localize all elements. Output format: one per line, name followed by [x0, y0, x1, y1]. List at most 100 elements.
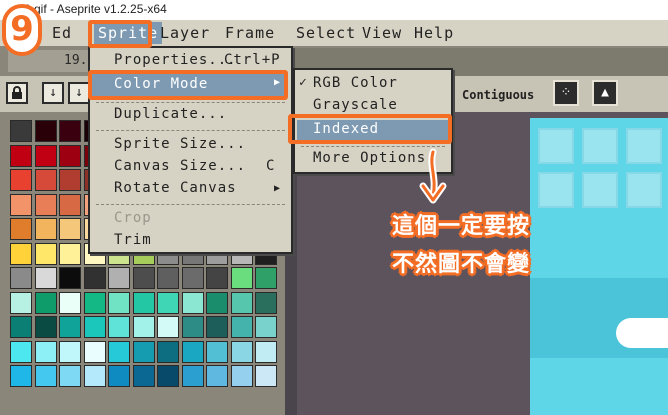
- palette-swatch[interactable]: [181, 267, 204, 289]
- palette-swatch[interactable]: [59, 120, 81, 142]
- palette-swatch[interactable]: [83, 340, 106, 363]
- palette-swatch[interactable]: [10, 267, 32, 289]
- palette-swatch[interactable]: [108, 267, 130, 289]
- palette-swatch[interactable]: [83, 291, 106, 314]
- palette-swatch[interactable]: [181, 365, 204, 387]
- palette-swatch[interactable]: [34, 267, 57, 289]
- palette-swatch[interactable]: [230, 316, 253, 338]
- palette-swatch[interactable]: [10, 340, 32, 363]
- palette-swatch[interactable]: [34, 169, 57, 191]
- palette-swatch[interactable]: [34, 365, 57, 387]
- palette-swatch[interactable]: [59, 242, 81, 265]
- palette-swatch[interactable]: [132, 291, 155, 314]
- palette-swatch[interactable]: [10, 218, 32, 240]
- palette-swatch[interactable]: [157, 291, 179, 314]
- palette-swatch[interactable]: [157, 316, 179, 338]
- contiguous-label[interactable]: Contiguous: [462, 88, 534, 102]
- palette-swatch[interactable]: [10, 169, 32, 191]
- pixel-grid-icon[interactable]: ⁘: [553, 80, 579, 106]
- palette-swatch[interactable]: [59, 144, 81, 167]
- palette-swatch[interactable]: [108, 365, 130, 387]
- palette-swatch[interactable]: [83, 316, 106, 338]
- palette-swatch[interactable]: [132, 340, 155, 363]
- palette-swatch[interactable]: [10, 144, 32, 167]
- palette-swatch[interactable]: [34, 316, 57, 338]
- palette-swatch[interactable]: [108, 340, 130, 363]
- palette-swatch[interactable]: [108, 291, 130, 314]
- menu-item-rgb-color[interactable]: RGB Color: [313, 75, 398, 91]
- menu-item-grayscale[interactable]: Grayscale: [313, 97, 398, 113]
- palette-swatch[interactable]: [255, 291, 277, 314]
- palette-swatch[interactable]: [230, 291, 253, 314]
- palette-swatch[interactable]: [230, 365, 253, 387]
- palette-swatch[interactable]: [255, 340, 277, 363]
- menu-frame[interactable]: Frame: [225, 24, 275, 42]
- palette-swatch[interactable]: [34, 120, 57, 142]
- palette-swatch[interactable]: [34, 218, 57, 240]
- menu-item-more-options[interactable]: More Options: [313, 150, 426, 166]
- palette-swatch[interactable]: [10, 193, 32, 216]
- palette-swatch[interactable]: [59, 316, 81, 338]
- palette-swatch[interactable]: [10, 120, 32, 142]
- palette-swatch[interactable]: [108, 316, 130, 338]
- menu-view[interactable]: View: [362, 24, 402, 42]
- menu-edit[interactable]: Ed: [52, 24, 72, 42]
- palette-swatch[interactable]: [132, 267, 155, 289]
- menu-item-properties[interactable]: Properties...: [114, 52, 237, 68]
- palette-swatch[interactable]: [255, 267, 277, 289]
- palette-swatch[interactable]: [34, 144, 57, 167]
- arrow-down-icon[interactable]: ↓: [42, 82, 64, 104]
- paint-bucket-icon[interactable]: ▲: [592, 80, 618, 106]
- palette-swatch[interactable]: [10, 365, 32, 387]
- annotation-text-line2: 不然圖不會變: [392, 252, 531, 277]
- palette-swatch[interactable]: [59, 365, 81, 387]
- palette-swatch[interactable]: [59, 218, 81, 240]
- palette-swatch[interactable]: [255, 316, 277, 338]
- palette-swatch[interactable]: [10, 242, 32, 265]
- arrow-down-icon-2[interactable]: ↓: [68, 82, 90, 104]
- palette-swatch[interactable]: [206, 365, 228, 387]
- palette-swatch[interactable]: [34, 242, 57, 265]
- palette-swatch[interactable]: [132, 365, 155, 387]
- palette-swatch[interactable]: [157, 365, 179, 387]
- palette-swatch[interactable]: [230, 267, 253, 289]
- palette-swatch[interactable]: [132, 316, 155, 338]
- menu-help[interactable]: Help: [414, 24, 454, 42]
- palette-swatch[interactable]: [59, 169, 81, 191]
- palette-swatch[interactable]: [34, 193, 57, 216]
- palette-swatch[interactable]: [83, 267, 106, 289]
- submenu-arrow-icon: ▶: [274, 183, 282, 194]
- palette-swatch[interactable]: [255, 365, 277, 387]
- menu-separator: [96, 204, 285, 205]
- palette-swatch[interactable]: [206, 340, 228, 363]
- palette-swatch[interactable]: [181, 340, 204, 363]
- menu-item-canvas-size[interactable]: Canvas Size...: [114, 158, 246, 174]
- sprite-canvas[interactable]: [530, 118, 668, 415]
- menu-item-sprite-size[interactable]: Sprite Size...: [114, 136, 246, 152]
- palette-swatch[interactable]: [59, 193, 81, 216]
- menu-item-rotate-canvas[interactable]: Rotate Canvas: [114, 180, 237, 196]
- palette-swatch[interactable]: [206, 291, 228, 314]
- palette-swatch[interactable]: [59, 267, 81, 289]
- lock-icon[interactable]: [6, 82, 28, 104]
- palette-swatch[interactable]: [59, 340, 81, 363]
- palette-swatch[interactable]: [59, 291, 81, 314]
- sprite-tile: [626, 128, 662, 164]
- palette-swatch[interactable]: [83, 365, 106, 387]
- palette-swatch[interactable]: [157, 267, 179, 289]
- menu-item-duplicate[interactable]: Duplicate...: [114, 106, 227, 122]
- palette-swatch[interactable]: [206, 267, 228, 289]
- palette-swatch[interactable]: [181, 316, 204, 338]
- palette-swatch[interactable]: [34, 340, 57, 363]
- palette-swatch[interactable]: [157, 340, 179, 363]
- palette-swatch[interactable]: [10, 316, 32, 338]
- palette-swatch[interactable]: [10, 291, 32, 314]
- menu-item-trim[interactable]: Trim: [114, 232, 152, 248]
- palette-swatch[interactable]: [206, 316, 228, 338]
- palette-swatch[interactable]: [34, 291, 57, 314]
- palette-swatch[interactable]: [230, 340, 253, 363]
- palette-swatch[interactable]: [181, 291, 204, 314]
- menu-layer[interactable]: Layer: [160, 24, 210, 42]
- window-titlebar: 0.gif - Aseprite v1.2.25-x64: [0, 0, 668, 21]
- menu-select[interactable]: Select: [296, 24, 356, 42]
